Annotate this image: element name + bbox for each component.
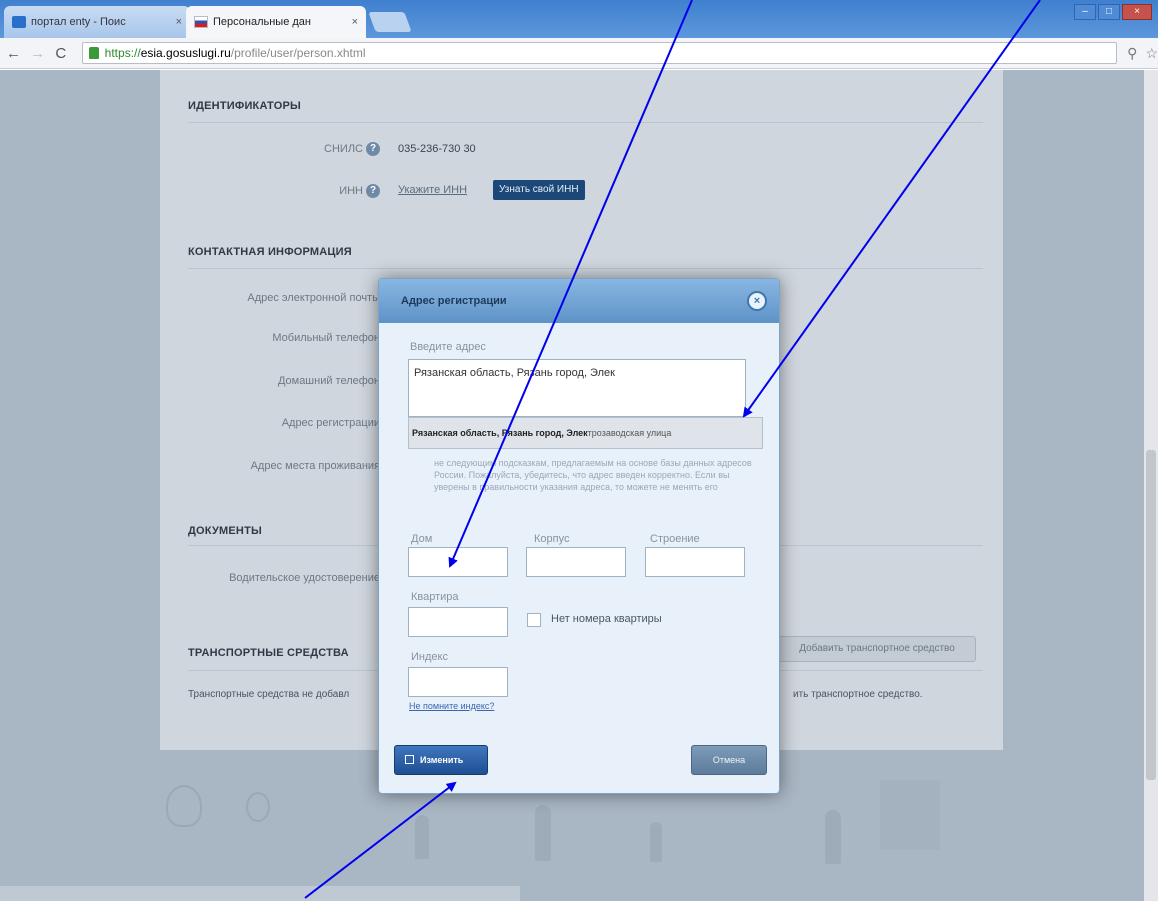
address-warning-text: не следующим подсказкам, предлагаемым на… [434,458,752,492]
house-label: Дом [411,533,433,545]
new-tab-button[interactable] [368,12,412,32]
section-title-identifiers: ИДЕНТИФИКАТОРЫ [188,100,301,112]
search-icon [12,16,26,28]
find-inn-button[interactable]: Узнать свой ИНН [493,180,585,200]
vehicles-note-right[interactable]: ить транспортное средство. [793,689,923,700]
dialog-header: Адрес регистрации × [379,279,779,323]
address-input[interactable]: Рязанская область, Рязань город, Элек [408,359,746,417]
mobile-label: Мобильный телефон [272,332,380,344]
maximize-icon[interactable]: □ [1098,4,1120,20]
tab-search[interactable]: портал enty - Поис × [4,6,190,38]
snils-value: 035-236-730 30 [398,143,476,155]
inn-label: ИНН? [310,184,380,198]
drivers-license-label: Водительское удостоверение [229,572,380,584]
close-icon[interactable]: × [352,16,358,28]
email-label: Адрес электронной почты [247,292,380,304]
person-silhouette [650,822,662,862]
section-title-documents: ДОКУМЕНТЫ [188,525,262,537]
vertical-scrollbar[interactable] [1144,70,1158,901]
checkbox-icon [405,755,414,764]
cancel-button[interactable]: Отмена [691,745,767,775]
no-apartment-label[interactable]: Нет номера квартиры [551,613,662,625]
help-icon[interactable]: ? [366,184,380,198]
snils-label: СНИЛС? [290,142,380,156]
apartment-input[interactable] [408,607,508,637]
index-input[interactable] [408,667,508,697]
add-vehicle-button[interactable]: Добавить транспортное средство [778,636,976,662]
vehicles-note-left: Транспортные средства не добавл [188,689,350,700]
address-suggestion[interactable]: Рязанская область, Рязань город, Электро… [408,417,763,449]
bookmark-star-icon[interactable]: ☆ [1145,45,1158,62]
lock-icon [88,47,99,59]
structure-label: Строение [650,533,700,545]
no-apartment-checkbox[interactable] [527,613,541,627]
close-icon[interactable]: × [176,16,182,28]
dialog-title: Адрес регистрации [401,295,507,307]
browser-tab-strip: портал enty - Поис × Персональные дан × … [0,0,1158,38]
russia-flag-icon [194,16,208,28]
building-silhouette [880,780,940,850]
structure-input[interactable] [645,547,745,577]
home-phone-label: Домашний телефон [277,375,380,387]
person-silhouette [415,815,429,859]
registration-address-dialog: Адрес регистрации × Введите адрес Рязанс… [378,278,780,794]
browser-toolbar: ← → C https://esia.gosuslugi.ru/profile/… [0,38,1158,69]
house-input[interactable] [408,547,508,577]
minimize-icon[interactable]: – [1074,4,1096,20]
window-controls: – □ × [1074,4,1152,20]
person-silhouette [825,810,841,864]
section-title-contact: КОНТАКТНАЯ ИНФОРМАЦИЯ [188,246,352,258]
close-window-icon[interactable]: × [1122,4,1152,20]
scrollbar-thumb[interactable] [1146,450,1156,780]
page-viewport: ИДЕНТИФИКАТОРЫ СНИЛС? 035-236-730 30 ИНН… [0,70,1158,901]
back-arrow-icon[interactable]: ← [6,45,21,62]
forgot-index-link[interactable]: Не помните индекс? [409,701,494,711]
tab-label: портал enty - Поис [31,16,126,28]
url-scheme: https:// [104,46,141,60]
tab-label: Персональные дан [213,16,311,28]
suggestion-rest: трозаводская улица [587,428,672,438]
close-icon[interactable]: × [747,291,767,311]
ministry-logo-icon [246,792,270,822]
divider [188,122,983,123]
apartment-label: Квартира [411,591,459,603]
status-bar [0,886,520,901]
address-label: Введите адрес [410,341,486,353]
specify-inn-link[interactable]: Укажите ИНН [398,184,467,196]
url-host: esia.gosuslugi.ru [140,46,231,60]
section-title-vehicles: ТРАНСПОРТНЫЕ СРЕДСТВА [188,647,349,659]
divider [188,268,983,269]
coat-of-arms-icon [166,785,202,827]
registration-address-label: Адрес регистрации [281,417,380,429]
building-label: Корпус [534,533,570,545]
url-path: /profile/user/person.xhtml [230,46,366,60]
extension-icon[interactable]: ⚲ [1127,45,1137,62]
apply-button[interactable]: Изменить [394,745,488,775]
index-label: Индекс [411,651,448,663]
address-bar[interactable]: https://esia.gosuslugi.ru/profile/user/p… [81,42,1118,64]
suggestion-match: Рязанская область, Рязань город, Элек [412,428,588,438]
residence-address-label: Адрес места проживания [250,460,380,472]
building-input[interactable] [526,547,626,577]
reload-icon[interactable]: C [54,45,68,62]
person-silhouette [535,805,551,861]
tab-personal-data[interactable]: Персональные дан × [186,6,366,38]
forward-arrow-icon[interactable]: → [30,45,45,62]
help-icon[interactable]: ? [366,142,380,156]
